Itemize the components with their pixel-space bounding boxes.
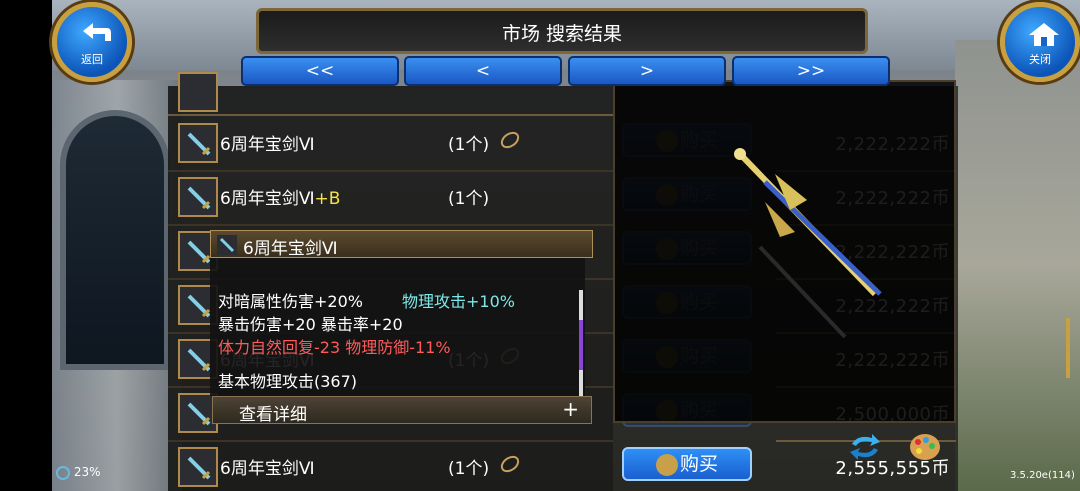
stat-line: 体力自然回复-23 物理防御-11%	[218, 338, 451, 357]
item-slot	[178, 123, 218, 163]
list-item[interactable]: 6周年宝剑Ⅵ (1个)	[168, 116, 613, 172]
item-name: 6周年宝剑Ⅵ+B	[220, 184, 340, 209]
next-page-button[interactable]: >	[568, 56, 726, 86]
tooltip-header: 6周年宝剑Ⅵ	[210, 230, 593, 259]
sword-preview-image	[734, 148, 882, 339]
battery-icon	[56, 465, 70, 480]
background-building	[955, 40, 1080, 491]
item-quantity: (1个)	[448, 135, 490, 155]
item-plus-text: +B	[314, 189, 341, 209]
tooltip-body: 对暗属性伤害+20% 物理攻击+10% 暴击伤害+20 暴击率+20 体力自然回…	[210, 258, 585, 416]
game-screen: 6周年宝剑Ⅵ(1个)2,222,222币购买6周年宝剑Ⅵ+B(1个)2,222,…	[0, 0, 1080, 491]
background-arch-window	[60, 110, 170, 370]
item-preview-panel	[613, 80, 956, 423]
item-slot	[178, 72, 218, 112]
list-item[interactable]: 6周年宝剑Ⅵ+B (1个)	[168, 170, 613, 226]
coin-icon	[655, 453, 678, 476]
tooltip-item-name: 6周年宝剑Ⅵ	[243, 239, 338, 259]
last-page-button[interactable]: >>	[732, 56, 890, 86]
title-bar: 市场 搜索结果	[256, 8, 868, 54]
item-quantity: (1个)	[448, 459, 490, 479]
item-name-text: 6周年宝剑Ⅵ	[220, 135, 315, 155]
item-name: 6周年宝剑Ⅵ	[220, 130, 315, 155]
close-label: 关闭	[1029, 53, 1051, 66]
stat-line: 对暗属性伤害+20%	[218, 292, 363, 311]
back-button[interactable]: 返回	[52, 2, 132, 82]
list-item[interactable]: 6周年宝剑Ⅵ (1个)	[168, 440, 613, 491]
item-name-text: 6周年宝剑Ⅵ	[220, 459, 315, 479]
stat-line: 基本物理攻击(367)	[218, 372, 358, 391]
battery-status: 23%	[56, 465, 101, 480]
prev-page-button[interactable]: <	[404, 56, 562, 86]
list-item[interactable]	[168, 72, 613, 116]
sword-icon	[217, 235, 237, 255]
seed-icon	[498, 128, 522, 156]
back-icon	[83, 23, 111, 41]
view-detail-label: 查看详细	[239, 405, 307, 425]
version-text: 3.5.20e(114)	[1010, 470, 1075, 481]
first-page-button[interactable]: <<	[241, 56, 399, 86]
stat-line: 暴击伤害+20 暴击率+20	[218, 315, 403, 334]
expand-icon: +	[562, 397, 579, 421]
buy-label: 购买	[679, 453, 718, 475]
view-detail-button[interactable]: 查看详细 +	[212, 396, 592, 425]
item-quantity: (1个)	[448, 189, 490, 209]
item-name: 6周年宝剑Ⅵ	[220, 454, 315, 479]
battery-percent: 23%	[73, 465, 101, 479]
buy-button[interactable]: 购买	[622, 447, 752, 481]
page-title: 市场 搜索结果	[501, 23, 623, 45]
home-icon	[1029, 23, 1059, 46]
stat-line: 物理攻击+10%	[402, 292, 515, 311]
item-slot	[178, 447, 218, 487]
palette-icon[interactable]	[908, 432, 942, 462]
list-scrollbar[interactable]	[1066, 318, 1070, 378]
item-tooltip: 6周年宝剑Ⅵ 对暗属性伤害+20% 物理攻击+10% 暴击伤害+20 暴击率+2…	[210, 230, 593, 425]
close-button[interactable]: 关闭	[1000, 2, 1080, 82]
seed-icon	[498, 452, 522, 480]
item-slot	[178, 177, 218, 217]
refresh-icon[interactable]	[848, 432, 882, 462]
screen-edge	[0, 0, 52, 491]
back-label: 返回	[81, 53, 103, 66]
item-name-text: 6周年宝剑Ⅵ	[220, 189, 315, 209]
tooltip-scroll-thumb[interactable]	[579, 320, 583, 370]
